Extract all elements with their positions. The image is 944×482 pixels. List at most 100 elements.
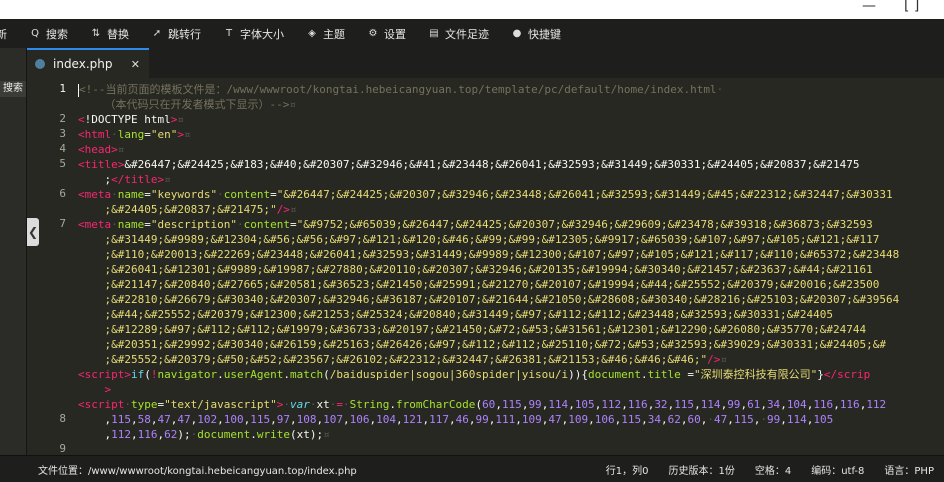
line-number: 3 xyxy=(59,127,66,140)
code-token: = xyxy=(289,218,297,231)
code-token: 99 xyxy=(475,413,489,426)
tb-replace-button[interactable]: ⇅ 替换 xyxy=(79,19,140,48)
code-line: ;&#31449;&#9989;&#12304;&#56;&#56;&#97;&… xyxy=(78,232,879,247)
collapse-sidebar-button[interactable]: ❮ xyxy=(27,218,39,246)
code-token: 115 xyxy=(111,413,131,426)
code-token: "深圳泰控科技有限公司" xyxy=(693,368,818,381)
language-setting[interactable]: 语言：PHP xyxy=(874,462,944,477)
php-file-icon xyxy=(35,59,45,69)
sidebar-search-button[interactable]: 搜索 xyxy=(0,81,26,97)
code-token: 58 xyxy=(137,413,151,426)
code-token: lang xyxy=(117,128,145,141)
code-area[interactable]: <!--当前页面的模板文件是：/www/wwwroot/kongtai.hebe… xyxy=(78,78,944,455)
tb-new-label: 新 xyxy=(0,27,7,41)
tb-search-button[interactable]: Q 搜索 xyxy=(18,19,79,48)
code-token: 114 xyxy=(786,413,807,426)
code-token: 97 xyxy=(276,413,290,426)
code-token: navigator xyxy=(157,368,218,381)
tb-fontsize-button[interactable]: T 字体大小 xyxy=(212,19,295,48)
code-token: 115 xyxy=(733,413,754,426)
code-token: content xyxy=(223,188,271,201)
close-icon[interactable]: ✕ xyxy=(131,58,140,71)
code-token: ¤ xyxy=(720,353,728,366)
tb-theme-button[interactable]: ◈ 主题 xyxy=(295,19,356,48)
code-token: 60 xyxy=(687,413,701,426)
code-token: /> xyxy=(707,353,721,366)
editor-toolbar: 新 Q 搜索 ⇅ 替换 ➚ 跳转行 T 字体大小 ◈ 主题 ⚙ 设置 ▤ 文件足迹 ● 快捷键 xyxy=(0,19,944,49)
code-token: 115 xyxy=(621,413,642,426)
code-token: xt xyxy=(316,398,330,411)
code-token: 116 xyxy=(839,398,860,411)
tb-goto-button[interactable]: ➚ 跳转行 xyxy=(140,19,212,48)
code-token: ¤ xyxy=(323,428,330,441)
maximize-button[interactable]: [ ] xyxy=(904,0,919,14)
code-line: ;&#44;&#25552;&#20379;&#12300;&#21253;&#… xyxy=(78,307,833,322)
code-line: <script>if(!navigator.userAgent.match(/b… xyxy=(78,367,870,382)
code-token: · xyxy=(342,398,350,411)
code-token: , xyxy=(131,413,138,426)
tb-theme-label: 主题 xyxy=(323,27,345,41)
code-token: ¤ xyxy=(164,173,171,186)
code-token: 109 xyxy=(521,413,542,426)
line-number: 9 xyxy=(59,442,66,455)
code-token: "text/javascript" xyxy=(164,398,277,411)
code-token: 115 xyxy=(674,398,695,411)
tb-settings-label: 设置 xyxy=(384,27,406,41)
tb-settings-button[interactable]: ⚙ 设置 xyxy=(356,19,417,48)
encoding-setting[interactable]: 编码：utf-8 xyxy=(801,462,874,477)
tb-history-button[interactable]: ▤ 文件足迹 xyxy=(417,19,500,48)
code-token: = xyxy=(144,188,151,201)
code-line: <!DOCTYPE html>¤ xyxy=(78,112,184,127)
code-editor[interactable]: 123456789 <!--当前页面的模板文件是：/www/wwwroot/ko… xyxy=(40,78,944,455)
code-token: ;&#31449;&#9989;&#12304;&#56;&#56;&#97;&… xyxy=(78,233,880,246)
minimize-button[interactable]: — xyxy=(862,0,876,14)
code-line: <html·lang="en">¤ xyxy=(78,127,191,142)
code-token: 109 xyxy=(568,413,589,426)
code-token: <head> xyxy=(78,143,118,156)
code-token: , xyxy=(680,413,688,426)
code-token: 34 xyxy=(647,413,661,426)
history-versions[interactable]: 历史版本：1份 xyxy=(658,462,744,477)
code-token: 112 xyxy=(601,398,622,411)
code-token: ¤ xyxy=(177,113,184,126)
code-token: · xyxy=(760,413,767,426)
code-token: 106 xyxy=(349,413,370,426)
code-token: · xyxy=(283,398,290,411)
code-token: 105 xyxy=(813,413,834,426)
code-token: ;&#24405;&#20837;&#21475; xyxy=(78,203,271,216)
code-token: 112 xyxy=(866,398,887,411)
code-token: } xyxy=(817,368,824,381)
replace-icon: ⇅ xyxy=(91,28,101,39)
code-token: · xyxy=(707,413,714,426)
code-token: 62 xyxy=(667,413,681,426)
code-token: 115 xyxy=(250,413,271,426)
code-token: /baiduspider|sogou|360spider|yisou/i xyxy=(329,368,569,381)
code-token: <meta xyxy=(78,188,112,201)
code-token: ;&#44;&#25552;&#20379;&#12300;&#21253;&#… xyxy=(78,308,833,321)
tb-new-button[interactable]: 新 xyxy=(0,19,18,48)
code-token: , xyxy=(217,413,224,426)
tb-shortcuts-button[interactable]: ● 快捷键 xyxy=(500,19,572,48)
code-token: 32 xyxy=(654,398,668,411)
code-token: 108 xyxy=(296,413,317,426)
code-line: （本代码只在开发者模式下显示）-->¤ xyxy=(78,97,296,112)
code-token: , xyxy=(641,413,648,426)
code-token: ); xyxy=(177,428,191,441)
code-token: <script xyxy=(78,398,125,411)
code-token: , xyxy=(621,398,628,411)
tb-replace-label: 替换 xyxy=(107,27,129,41)
tab-index-php[interactable]: index.php ✕ xyxy=(27,48,149,78)
code-token: , xyxy=(78,413,112,426)
code-token: var xyxy=(289,398,310,411)
code-token: , xyxy=(727,413,734,426)
indent-setting[interactable]: 空格：4 xyxy=(745,462,801,477)
code-token: "description" xyxy=(150,218,237,231)
code-line: ;&#110;&#20013;&#22269;&#23448;&#26041;&… xyxy=(78,247,899,262)
code-token: if xyxy=(130,368,145,381)
code-token: content xyxy=(243,218,290,231)
code-line: <meta·name="keywords"·content="&#26447;&… xyxy=(78,187,893,202)
cursor-position[interactable]: 行1，列0 xyxy=(596,462,659,477)
code-token: , xyxy=(588,413,595,426)
code-token: , xyxy=(270,413,277,426)
code-token: , xyxy=(468,413,476,426)
